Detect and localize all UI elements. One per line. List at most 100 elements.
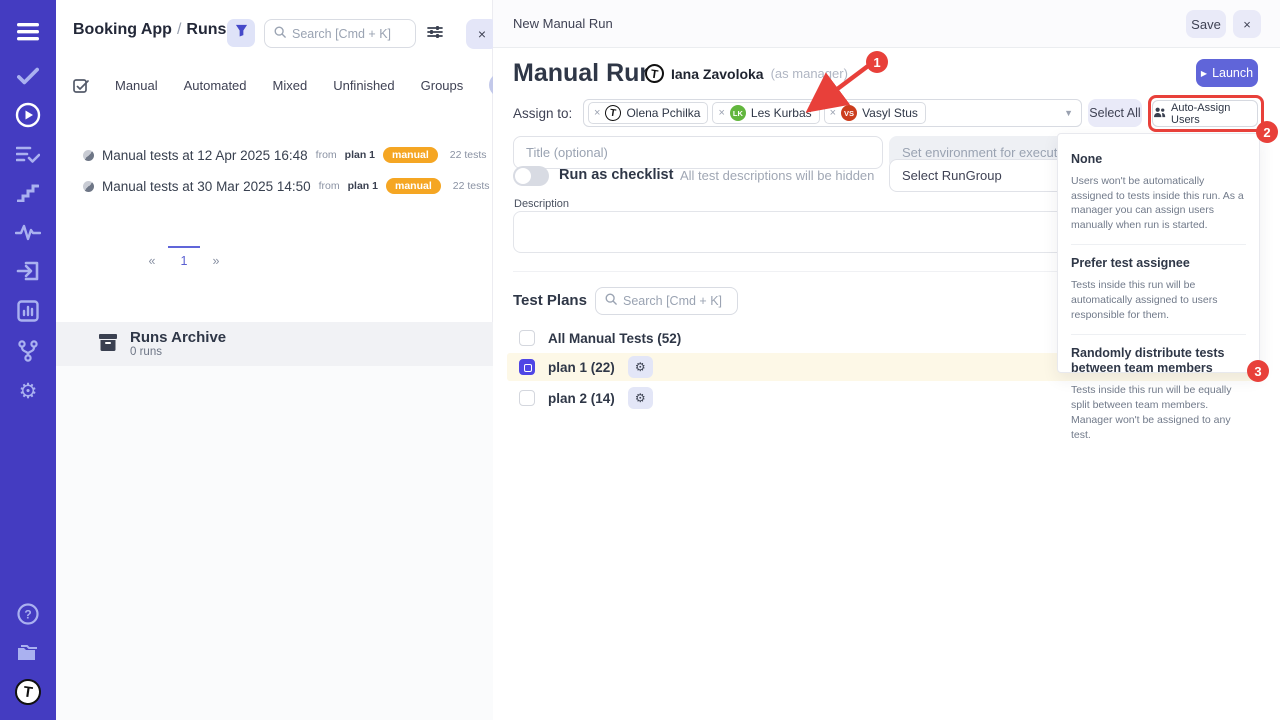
run-status-icon bbox=[83, 150, 94, 161]
description-label: Description bbox=[514, 198, 569, 210]
run-tabs: Manual Automated Mixed Unfinished Groups… bbox=[73, 70, 493, 100]
run-list-item[interactable]: Manual tests at 30 Mar 2025 14:50 from p… bbox=[83, 178, 490, 194]
run-plan: plan 1 bbox=[345, 149, 375, 161]
dropdown-option-prefer-assignee[interactable]: Prefer test assignee Tests inside this r… bbox=[1071, 249, 1246, 329]
checklist-label: Run as checklist bbox=[559, 167, 673, 183]
gear-icon[interactable]: ⚙ bbox=[0, 377, 56, 405]
assignee-name: Olena Pchilka bbox=[626, 106, 700, 120]
test-plan-label[interactable]: All Manual Tests (52) bbox=[548, 331, 681, 346]
test-plan-label[interactable]: plan 1 (22) bbox=[548, 360, 615, 375]
chevron-down-icon[interactable]: ▼ bbox=[1064, 108, 1077, 118]
runs-list-icon[interactable] bbox=[0, 140, 56, 168]
filter-settings-button[interactable] bbox=[424, 23, 446, 45]
runs-search-input[interactable] bbox=[292, 27, 406, 41]
auto-assign-users-button[interactable]: Auto-Assign Users bbox=[1152, 100, 1258, 127]
steps-icon[interactable] bbox=[0, 179, 56, 207]
manager-name: Iana Zavoloka bbox=[671, 66, 764, 82]
save-button[interactable]: Save bbox=[1186, 10, 1226, 38]
plan-2-checkbox[interactable] bbox=[519, 390, 535, 406]
pagination-prev[interactable]: « bbox=[136, 246, 168, 268]
run-title[interactable]: Manual tests at 12 Apr 2025 16:48 bbox=[102, 148, 308, 163]
option-title: Randomly distribute tests between team m… bbox=[1071, 346, 1246, 377]
assignees-multiselect[interactable]: × T Olena Pchilka × LK Les Kurbas × VS V… bbox=[583, 99, 1082, 127]
run-title[interactable]: Manual tests at 30 Mar 2025 14:50 bbox=[102, 179, 311, 194]
remove-assignee-icon[interactable]: × bbox=[594, 107, 600, 119]
run-type-badge: manual bbox=[383, 147, 438, 163]
run-as-checklist-toggle[interactable] bbox=[513, 166, 549, 186]
manager-avatar: T bbox=[644, 63, 665, 84]
testomat-logo[interactable]: T bbox=[0, 678, 56, 706]
pagination-next[interactable]: » bbox=[200, 246, 232, 268]
annotation-step-1: 1 bbox=[866, 51, 888, 73]
tab-unfinished[interactable]: Unfinished bbox=[333, 78, 394, 93]
breadcrumb-separator: / bbox=[172, 21, 186, 38]
import-icon[interactable] bbox=[0, 257, 56, 285]
dropdown-option-random-distribute[interactable]: Randomly distribute tests between team m… bbox=[1071, 339, 1246, 450]
all-manual-tests-checkbox[interactable] bbox=[519, 330, 535, 346]
tab-manual[interactable]: Manual bbox=[115, 78, 158, 93]
filter-button[interactable] bbox=[227, 19, 255, 47]
plan-settings-gear-icon[interactable]: ⚙ bbox=[628, 356, 653, 378]
runs-search bbox=[264, 19, 416, 48]
run-title-input[interactable] bbox=[513, 136, 883, 169]
close-modal-button[interactable]: × bbox=[1233, 10, 1261, 38]
play-circle-icon[interactable] bbox=[0, 101, 56, 129]
test-plans-heading: Test Plans bbox=[513, 292, 587, 309]
docs-icon[interactable] bbox=[0, 639, 56, 667]
run-type-badge: manual bbox=[386, 178, 441, 194]
sliders-icon bbox=[427, 25, 443, 44]
play-icon: ▶ bbox=[1201, 69, 1207, 78]
run-plan: plan 1 bbox=[348, 180, 378, 192]
analytics-icon[interactable] bbox=[0, 297, 56, 325]
help-icon[interactable]: ? bbox=[0, 600, 56, 628]
assign-to-label: Assign to: bbox=[513, 106, 572, 121]
tab-automated[interactable]: Automated bbox=[184, 78, 247, 93]
branch-icon[interactable] bbox=[0, 337, 56, 365]
run-from-label: from bbox=[319, 180, 340, 192]
test-plans-search-input[interactable] bbox=[623, 294, 728, 308]
breadcrumb: Booking App/Runs bbox=[73, 21, 226, 39]
plan-settings-gear-icon[interactable]: ⚙ bbox=[628, 387, 653, 409]
launch-button[interactable]: ▶ Launch bbox=[1196, 59, 1258, 87]
manager-info: T Iana Zavoloka (as manager) bbox=[645, 64, 848, 83]
run-status-icon bbox=[83, 181, 94, 192]
option-title: Prefer test assignee bbox=[1071, 256, 1246, 272]
app-root: ⚙ ? T Booking App/Runs × Manual bbox=[0, 0, 1280, 720]
run-test-count: 22 tests bbox=[450, 149, 487, 161]
dropdown-option-none[interactable]: None Users won't be automatically assign… bbox=[1071, 145, 1246, 240]
plan-1-checkbox[interactable] bbox=[519, 359, 535, 375]
pulse-icon[interactable] bbox=[0, 218, 56, 246]
assignee-chip: × LK Les Kurbas bbox=[712, 102, 819, 124]
run-from-label: from bbox=[316, 149, 337, 161]
check-icon[interactable] bbox=[0, 62, 56, 90]
annotation-step-2: 2 bbox=[1256, 121, 1278, 143]
funnel-icon bbox=[235, 24, 248, 42]
archive-count: 0 runs bbox=[130, 346, 226, 358]
remove-assignee-icon[interactable]: × bbox=[718, 107, 724, 119]
breadcrumb-project[interactable]: Booking App bbox=[73, 21, 172, 38]
assignee-avatar: LK bbox=[730, 105, 746, 121]
test-plans-search bbox=[595, 287, 738, 315]
pagination-page-1[interactable]: 1 bbox=[168, 246, 200, 268]
option-description: Users won't be automatically assigned to… bbox=[1071, 174, 1246, 234]
manager-role-note: (as manager) bbox=[771, 66, 848, 81]
assignee-name: Les Kurbas bbox=[751, 106, 812, 120]
tab-mixed[interactable]: Mixed bbox=[273, 78, 308, 93]
remove-assignee-icon[interactable]: × bbox=[830, 107, 836, 119]
select-all-runs-icon[interactable] bbox=[73, 77, 89, 93]
rungroup-value: Select RunGroup bbox=[902, 168, 1002, 183]
run-list-item[interactable]: Manual tests at 12 Apr 2025 16:48 from p… bbox=[83, 147, 487, 163]
menu-icon[interactable] bbox=[0, 18, 56, 46]
assignee-name: Vasyl Stus bbox=[862, 106, 918, 120]
runs-panel: Booking App/Runs × Manual Automated Mixe… bbox=[56, 0, 493, 720]
tab-groups[interactable]: Groups bbox=[421, 78, 464, 93]
run-test-count: 22 tests bbox=[453, 180, 490, 192]
select-all-button[interactable]: Select All bbox=[1088, 99, 1142, 127]
test-plan-label[interactable]: plan 2 (14) bbox=[548, 391, 615, 406]
archive-title: Runs Archive bbox=[130, 330, 226, 347]
close-icon: × bbox=[478, 26, 486, 42]
auto-assign-label: Auto-Assign Users bbox=[1171, 102, 1257, 126]
launch-label: Launch bbox=[1212, 66, 1253, 80]
runs-archive-row[interactable]: Runs Archive 0 runs bbox=[56, 322, 493, 366]
option-description: Tests inside this run will be automatica… bbox=[1071, 278, 1246, 323]
